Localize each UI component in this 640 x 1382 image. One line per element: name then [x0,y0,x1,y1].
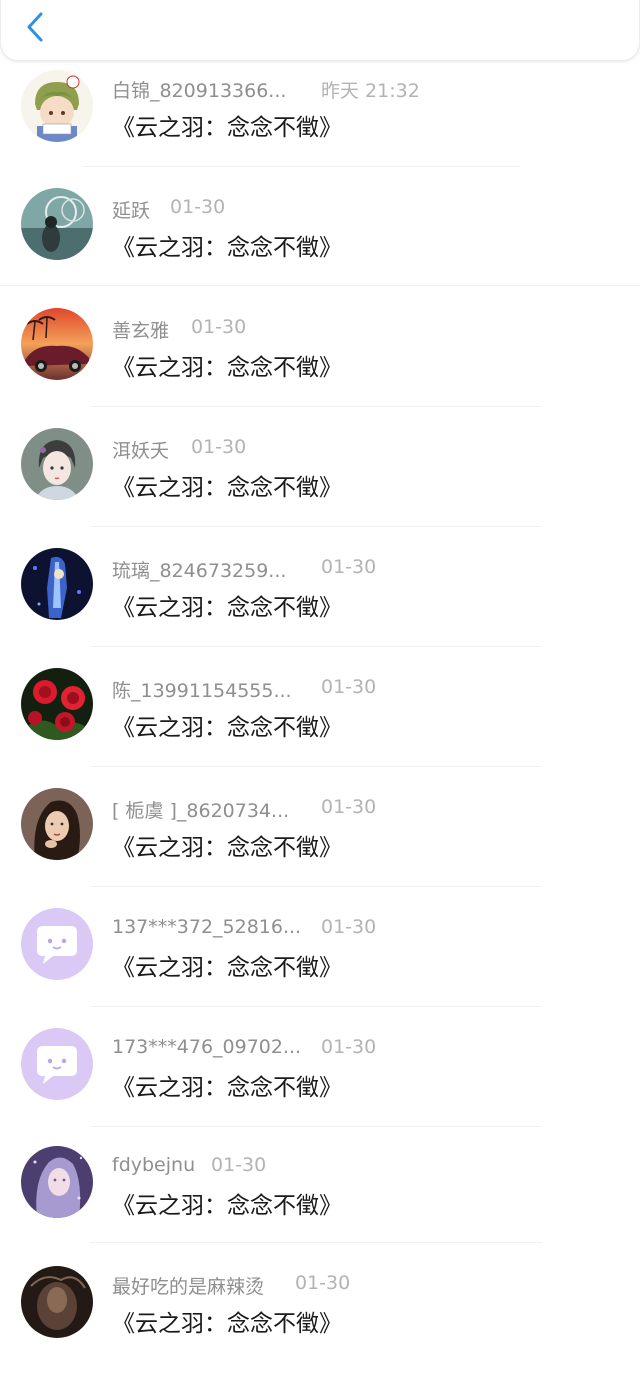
list-item[interactable]: 最好吃的是麻辣烫 01-30 《云之羽：念念不徵》 [0,1262,640,1382]
avatar[interactable] [21,308,93,380]
avatar[interactable] [21,668,93,740]
message-content: 《云之羽：念念不徵》 [112,235,342,261]
message-time: 01-30 [321,796,377,818]
avatar[interactable] [21,428,93,500]
message-time: 昨天 21:32 [321,80,420,102]
avatar[interactable] [21,70,93,142]
divider [90,526,542,527]
avatar[interactable] [21,908,93,980]
list-item[interactable]: fdybejnu 01-30 《云之羽：念念不徵》 [0,1142,640,1262]
message-content: 《云之羽：念念不徵》 [112,1311,342,1337]
divider [82,166,520,167]
message-content: 《云之羽：念念不徵》 [112,715,342,741]
sender-name: 陈_13991154555... [112,680,292,702]
divider [90,646,542,647]
message-time: 01-30 [321,1036,377,1058]
list-item[interactable]: 琉璃_824673259... 01-30 《云之羽：念念不徵》 [0,542,640,662]
list-item[interactable]: 173***476_09702... 01-30 《云之羽：念念不徵》 [0,1022,640,1142]
list-item[interactable]: 白锦_820913366... 昨天 21:32 《云之羽：念念不徵》 [0,62,640,182]
avatar[interactable] [21,1028,93,1100]
message-content: 《云之羽：念念不徵》 [112,355,342,381]
sender-name: fdybejnu [112,1154,196,1176]
message-content: 《云之羽：念念不徵》 [112,115,342,141]
chevron-left-icon [27,12,43,42]
divider [90,1242,542,1243]
back-button[interactable] [15,8,55,48]
sender-name: 173***476_09702... [112,1036,302,1058]
message-content: 《云之羽：念念不徵》 [112,955,342,981]
avatar[interactable] [21,788,93,860]
message-content: 《云之羽：念念不徵》 [112,1075,342,1101]
avatar[interactable] [21,1146,93,1218]
sender-name: 最好吃的是麻辣烫 [112,1276,265,1298]
message-time: 01-30 [211,1154,267,1176]
avatar[interactable] [21,188,93,260]
message-content: 《云之羽：念念不徵》 [112,475,342,501]
sender-name: 善玄雅 [112,320,170,342]
divider [90,766,542,767]
top-bar [0,0,640,61]
sender-name: [ 栀虞 ]_8620734... [112,800,290,822]
list-item[interactable]: [ 栀虞 ]_8620734... 01-30 《云之羽：念念不徵》 [0,782,640,902]
message-content: 《云之羽：念念不徵》 [112,835,342,861]
list-item[interactable]: 洱妖夭 01-30 《云之羽：念念不徵》 [0,422,640,542]
message-time: 01-30 [321,676,377,698]
message-time: 01-30 [170,196,226,218]
sender-name: 洱妖夭 [112,440,170,462]
message-content: 《云之羽：念念不徵》 [112,595,342,621]
message-time: 01-30 [191,436,247,458]
message-time: 01-30 [191,316,247,338]
section-divider [0,285,640,286]
sender-name: 琉璃_824673259... [112,560,287,582]
avatar[interactable] [21,1266,93,1338]
avatar[interactable] [21,548,93,620]
message-content: 《云之羽：念念不徵》 [112,1193,342,1219]
message-time: 01-30 [321,916,377,938]
list-item[interactable]: 延跃 01-30 《云之羽：念念不徵》 [0,182,640,302]
divider [90,886,542,887]
list-item[interactable]: 陈_13991154555... 01-30 《云之羽：念念不徵》 [0,662,640,782]
divider [90,1126,542,1127]
message-time: 01-30 [295,1272,351,1294]
sender-name: 137***372_52816... [112,916,302,938]
message-time: 01-30 [321,556,377,578]
list-item[interactable]: 137***372_52816... 01-30 《云之羽：念念不徵》 [0,902,640,1022]
sender-name: 延跃 [112,200,151,222]
list-item[interactable]: 善玄雅 01-30 《云之羽：念念不徵》 [0,302,640,422]
divider [90,406,542,407]
sender-name: 白锦_820913366... [112,80,287,102]
divider [90,1006,542,1007]
